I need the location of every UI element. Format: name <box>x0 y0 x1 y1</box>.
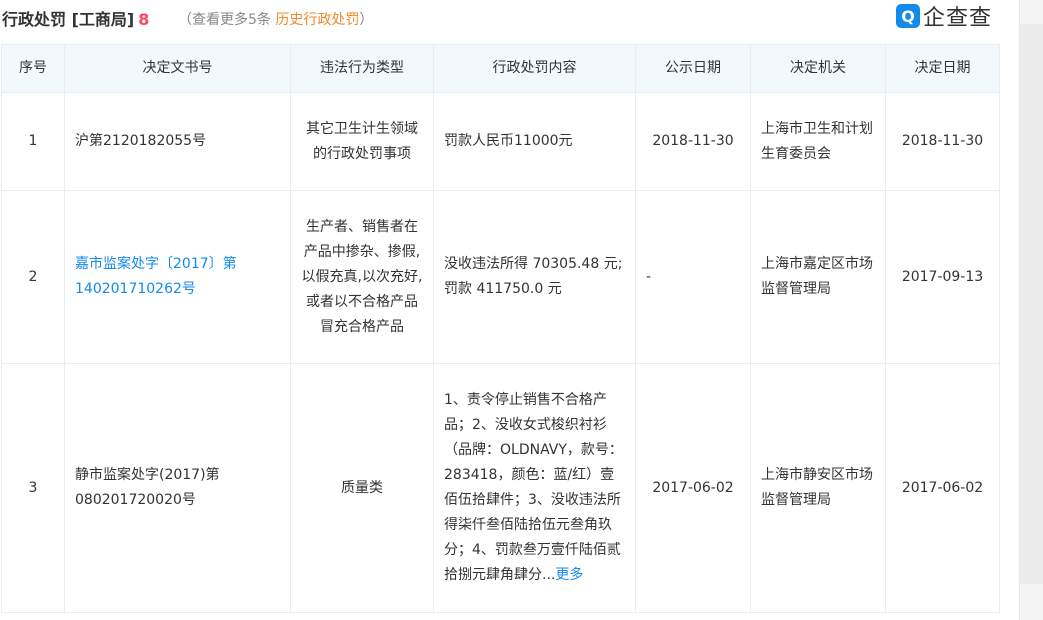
decision-authority: 上海市嘉定区市场监督管理局 <box>750 190 886 364</box>
qichacha-logo-icon: Q <box>896 4 920 28</box>
violation-type: 质量类 <box>290 363 434 613</box>
penalty-content-cell: 1、责令停止销售不合格产品；2、没收女式梭织衬衫（品牌：OLDNAVY，款号：2… <box>433 363 636 613</box>
penalty-table: 序号 决定文书号 违法行为类型 行政处罚内容 公示日期 决定机关 决定日期 1 … <box>1 44 1000 613</box>
more-link[interactable]: 更多 <box>555 567 583 583</box>
column-header-publish-date: 公示日期 <box>635 44 751 93</box>
column-header-doc-no: 决定文书号 <box>64 44 291 93</box>
table-header-row: 序号 决定文书号 违法行为类型 行政处罚内容 公示日期 决定机关 决定日期 <box>1 44 1000 93</box>
more-records-hint: （查看更多5条 历史行政处罚） <box>178 9 373 29</box>
decision-date: 2017-06-02 <box>885 363 1000 613</box>
table-row: 2 嘉市监案处字〔2017〕第140201710262号 生产者、销售者在产品中… <box>1 190 1000 364</box>
scrollbar-track[interactable] <box>1019 0 1043 620</box>
penalty-content: 没收违法所得 70305.48 元;罚款 411750.0 元 <box>433 190 636 364</box>
penalty-content: 1、责令停止销售不合格产品；2、没收女式梭织衬衫（品牌：OLDNAVY，款号：2… <box>444 392 623 583</box>
history-penalty-link[interactable]: 历史行政处罚 <box>275 12 359 28</box>
table-row: 1 沪第2120182055号 其它卫生计生领域的行政处罚事项 罚款人民币110… <box>1 92 1000 191</box>
column-header-penalty-content: 行政处罚内容 <box>433 44 636 93</box>
more-records-prefix: （查看更多5条 <box>178 12 271 28</box>
row-index: 2 <box>1 190 65 364</box>
table-row: 3 静市监案处字(2017)第080201720020号 质量类 1、责令停止销… <box>1 363 1000 613</box>
section-title: 行政处罚 [工商局] 8 <box>2 6 149 30</box>
column-header-violation-type: 违法行为类型 <box>290 44 434 93</box>
record-count: 8 <box>138 10 150 29</box>
column-header-decision-date: 决定日期 <box>885 44 1000 93</box>
doc-number: 静市监案处字(2017)第080201720020号 <box>64 363 291 613</box>
row-index: 3 <box>1 363 65 613</box>
doc-number-link[interactable]: 嘉市监案处字〔2017〕第140201710262号 <box>64 190 291 364</box>
decision-authority: 上海市卫生和计划生育委员会 <box>750 92 886 191</box>
penalty-content: 罚款人民币11000元 <box>433 92 636 191</box>
publish-date: 2017-06-02 <box>635 363 751 613</box>
column-header-index: 序号 <box>1 44 65 93</box>
section-header: 行政处罚 [工商局] 8 （查看更多5条 历史行政处罚） Q 企查查 <box>0 0 1000 40</box>
qichacha-logo[interactable]: Q 企查查 <box>896 2 1002 31</box>
decision-date: 2017-09-13 <box>885 190 1000 364</box>
decision-authority: 上海市静安区市场监督管理局 <box>750 363 886 613</box>
violation-type: 生产者、销售者在产品中掺杂、掺假,以假充真,以次充好,或者以不合格产品冒充合格产… <box>290 190 434 364</box>
section-title-text: 行政处罚 [工商局] <box>2 10 135 29</box>
row-index: 1 <box>1 92 65 191</box>
publish-date: 2018-11-30 <box>635 92 751 191</box>
more-records-suffix: ） <box>359 12 374 28</box>
scrollbar-thumb[interactable] <box>1020 24 1043 584</box>
violation-type: 其它卫生计生领域的行政处罚事项 <box>290 92 434 191</box>
column-header-authority: 决定机关 <box>750 44 886 93</box>
decision-date: 2018-11-30 <box>885 92 1000 191</box>
doc-number: 沪第2120182055号 <box>64 92 291 191</box>
qichacha-logo-text: 企查查 <box>923 6 993 31</box>
publish-date: - <box>635 190 751 364</box>
